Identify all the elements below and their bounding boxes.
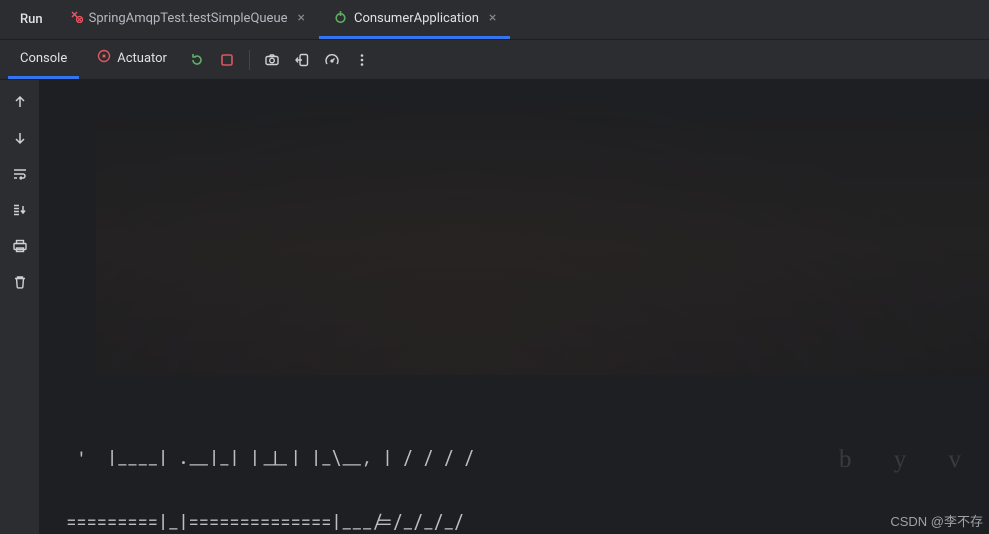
close-icon[interactable]: × — [489, 10, 496, 26]
print-icon[interactable] — [6, 232, 34, 260]
scroll-to-end-icon[interactable] — [6, 196, 34, 224]
close-icon[interactable]: × — [298, 10, 305, 26]
actuator-tab[interactable]: Actuator — [85, 40, 179, 79]
watermark: CSDN @李不存 — [890, 511, 983, 530]
run-app-icon — [333, 9, 348, 28]
run-tab-consumer[interactable]: ConsumerApplication × — [319, 0, 510, 39]
watermark-byv: b y v — [839, 446, 979, 474]
more-icon[interactable] — [350, 48, 374, 72]
trash-icon[interactable] — [6, 268, 34, 296]
soft-wrap-icon[interactable] — [6, 160, 34, 188]
banner-line: ' |____| .__|_| |_|_| |_\__, | / / / / — [56, 443, 973, 475]
divider — [249, 50, 250, 70]
actuator-label: Actuator — [117, 51, 167, 66]
camera-icon[interactable] — [260, 48, 284, 72]
background-decoration — [96, 85, 989, 375]
rerun-button[interactable] — [185, 48, 209, 72]
run-tab-label: ConsumerApplication — [354, 11, 479, 26]
scroll-up-icon[interactable] — [6, 88, 34, 116]
exit-icon[interactable] — [290, 48, 314, 72]
banner-line: =========|_|==============|___/=/_/_/_/ — [56, 507, 973, 534]
run-tab-label: SpringAmqpTest.testSimpleQueue — [89, 11, 288, 26]
stop-button[interactable] — [215, 48, 239, 72]
run-tab-springamqp[interactable]: SpringAmqpTest.testSimpleQueue × — [55, 0, 319, 39]
actuator-icon — [97, 49, 111, 67]
tool-window-label: Run — [8, 12, 55, 27]
gauge-icon[interactable] — [320, 48, 344, 72]
scroll-down-icon[interactable] — [6, 124, 34, 152]
console-tab[interactable]: Console — [8, 40, 79, 79]
test-fail-icon — [69, 9, 83, 27]
